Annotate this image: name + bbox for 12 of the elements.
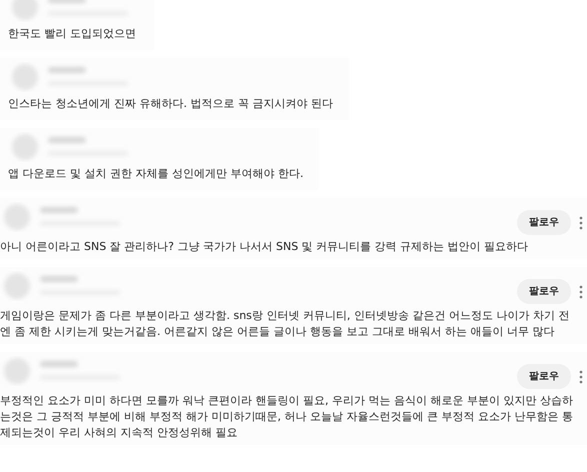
follow-button[interactable]: 팔로우 [517, 364, 571, 389]
comment-text: 앱 다운로드 및 설치 권한 자체를 성인에게만 부여해야 한다. [8, 166, 304, 182]
follow-button[interactable]: 팔로우 [517, 279, 571, 304]
comment-text: 부정적인 요소가 미미 하다면 모를까 워낙 큰편이라 핸들링이 필요, 우리가 먹는 음식이 해로운 부분이 있지만 상습하 는것은 그 긍적적 부분에 비해 부정적 해가 미미하기때문, 허나 오늘날 자율스런것들에 큰 부정적 요소가 난무함은 통 제되는것이 우리 사혀의 지속적 안정성위해 필요 [0, 393, 574, 441]
more-icon[interactable] [579, 216, 583, 230]
comment-text: 게임이랑은 문제가 좀 다른 부분이라고 생각함. sns랑 인터넷 커뮤니티, 인터넷방송 같은건 어느정도 나이가 차기 전 엔 좀 제한 시키는게 맞는거같음. 어른같지 않은 어른들 글이나 행동을 보고 그대로 배워서 하는 애들이 너무 많다 [0, 308, 570, 340]
follow-button[interactable]: 팔로우 [517, 210, 571, 235]
comment-text: 한국도 빨리 도입되었으면 [8, 26, 137, 42]
comment-text: 아니 어른이라고 SNS 잘 관리하나? 그냥 국가가 나서서 SNS 및 커뮤니티를 강력 규제하는 법안이 필요하다 [0, 239, 530, 255]
comment-text: 인스타는 청소년에게 진짜 유해하다. 법적으로 꼭 금지시켜야 된다 [8, 96, 333, 112]
more-icon[interactable] [579, 284, 583, 298]
more-icon[interactable] [579, 370, 583, 384]
